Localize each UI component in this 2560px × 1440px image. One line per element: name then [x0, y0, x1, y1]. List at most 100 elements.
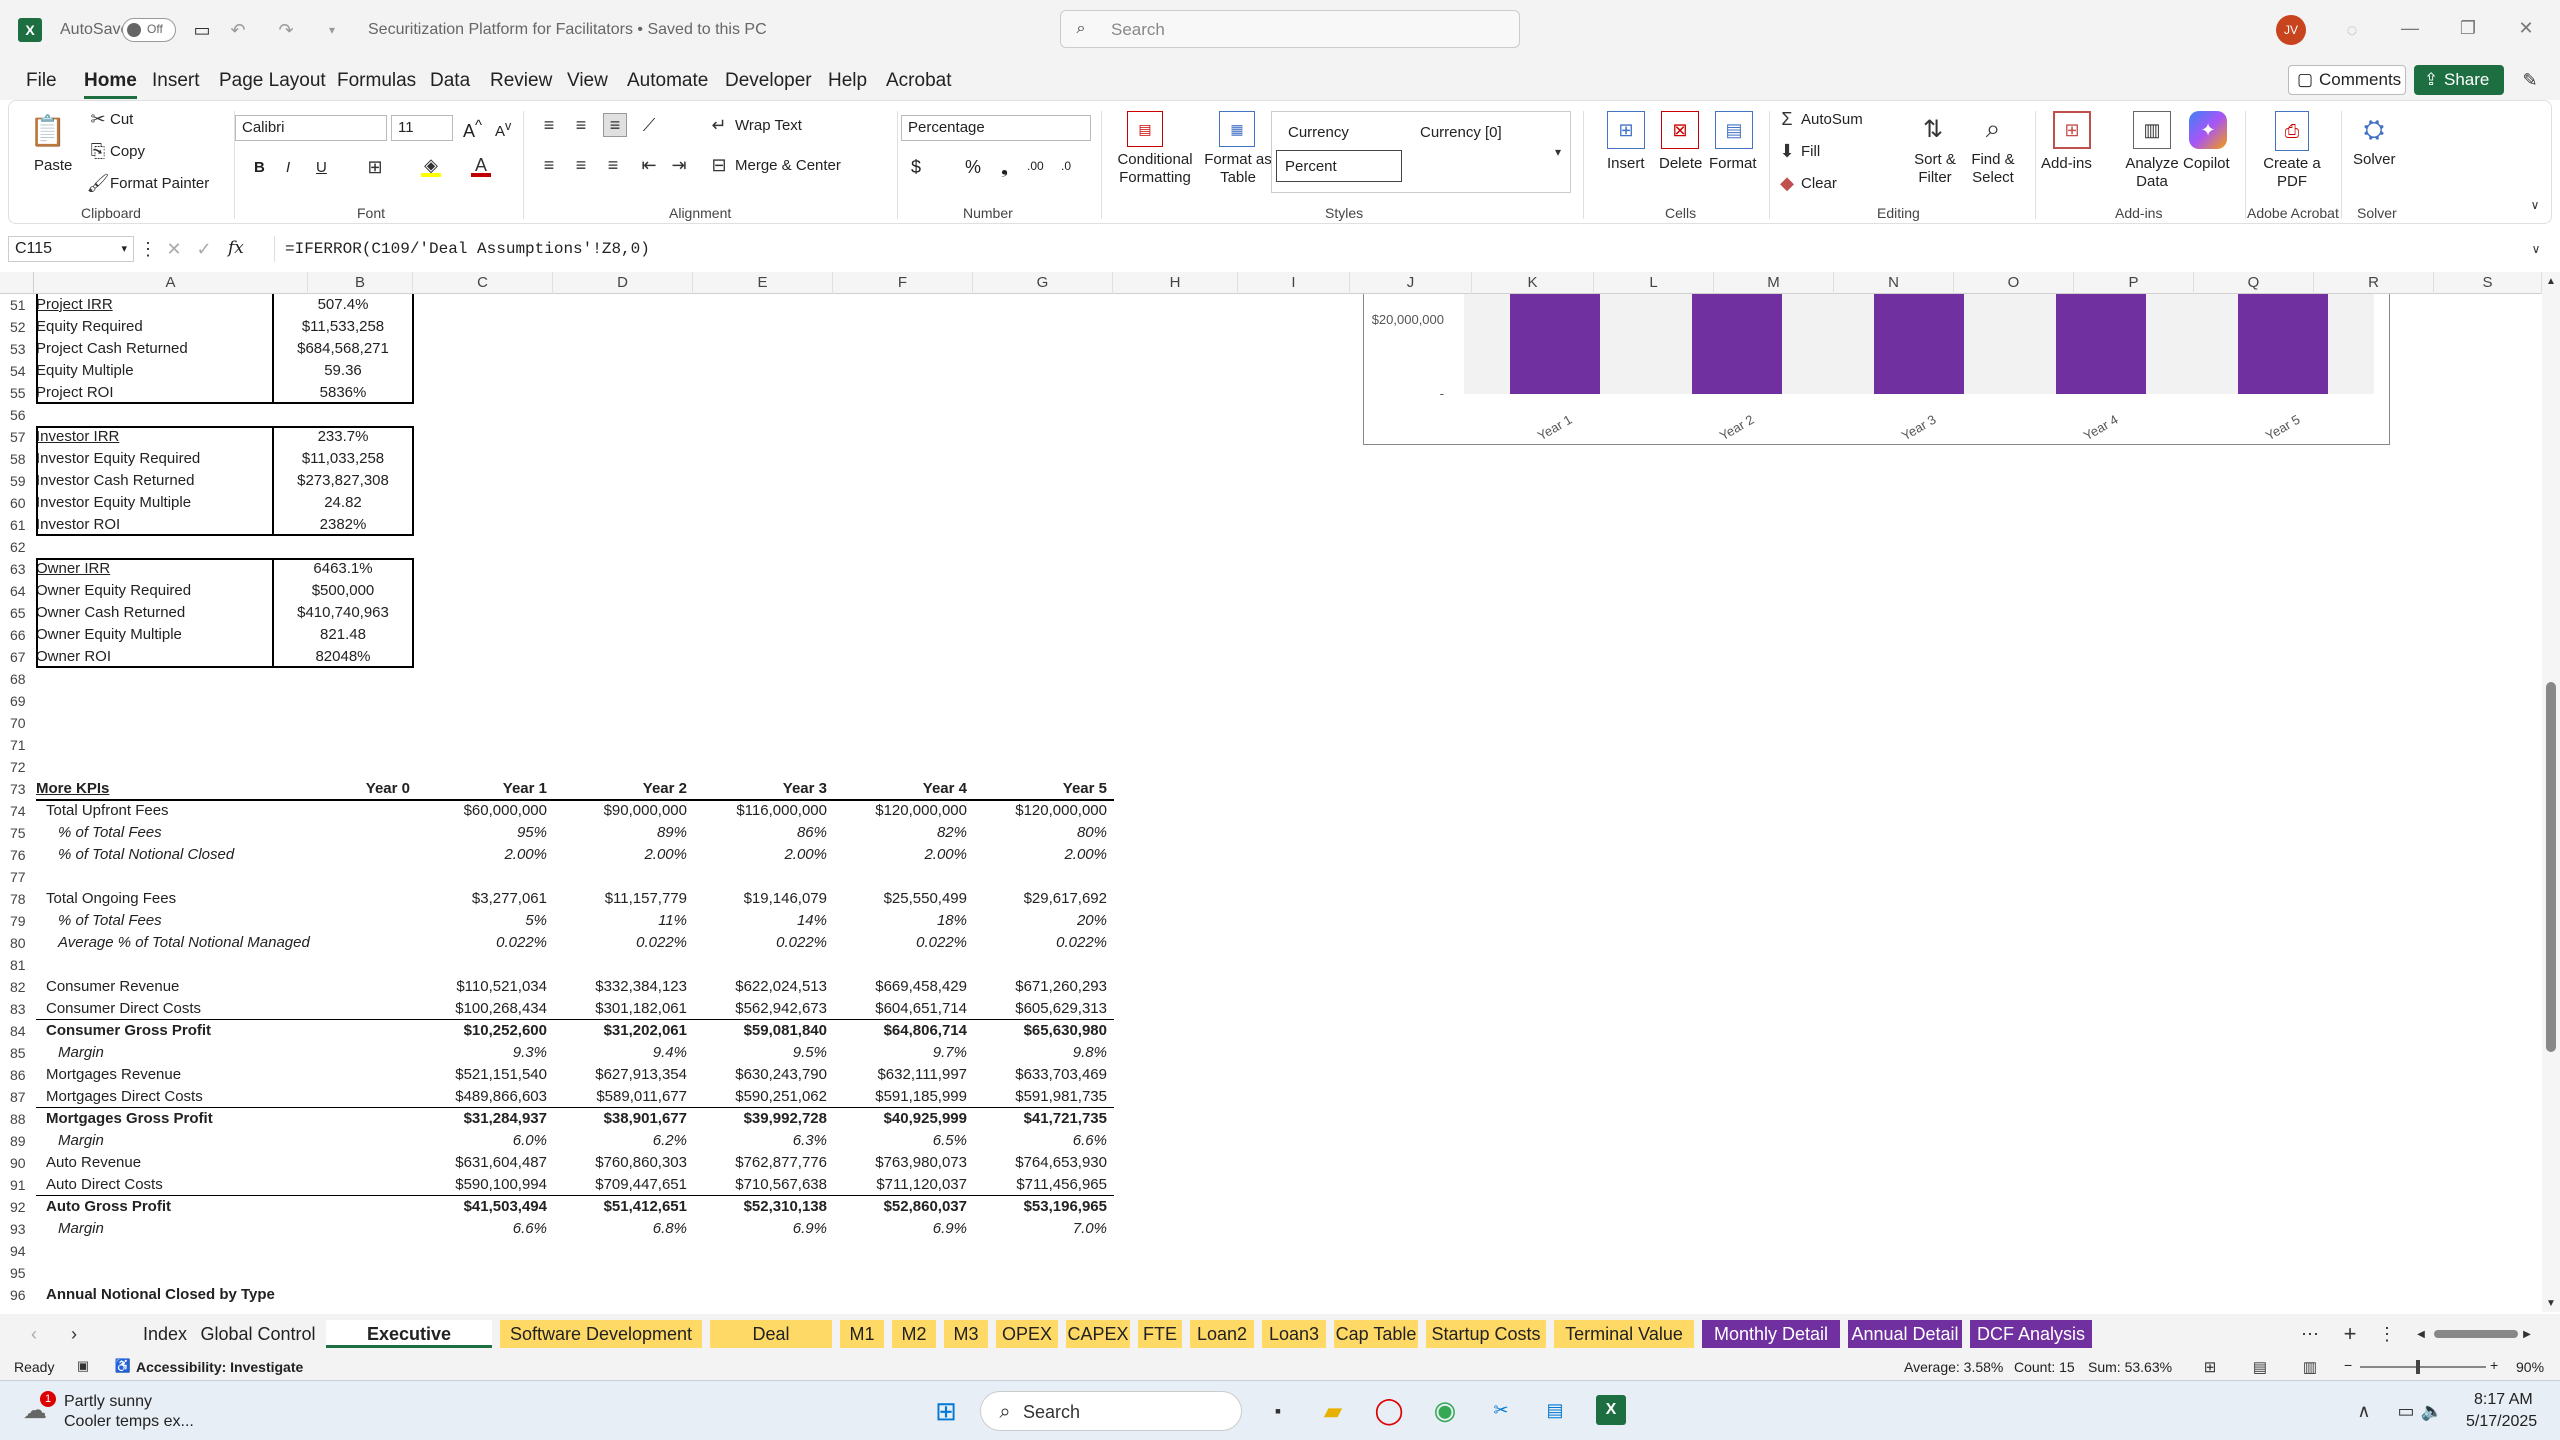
sheet-tab[interactable]: M1 — [840, 1320, 884, 1348]
value-cell[interactable]: $521,151,540 — [413, 1064, 547, 1086]
sheet-tab[interactable]: Terminal Value — [1554, 1320, 1694, 1348]
accessibility-status[interactable]: Accessibility: Investigate — [136, 1359, 303, 1375]
chrome-icon[interactable]: ◉ — [1430, 1395, 1460, 1425]
row-label[interactable]: Equity Required — [36, 316, 143, 338]
value-cell[interactable]: $591,981,735 — [973, 1086, 1107, 1108]
row-label[interactable]: % of Total Fees — [58, 822, 162, 844]
copilot-button[interactable]: Copilot — [2183, 155, 2230, 172]
value-cell[interactable]: $11,533,258 — [274, 316, 412, 338]
value-cell[interactable]: $59,081,840 — [693, 1020, 827, 1042]
value-cell[interactable]: $762,877,776 — [693, 1152, 827, 1174]
autosum-button[interactable]: AutoSum — [1801, 111, 1863, 128]
row-header[interactable]: 85 — [0, 1042, 33, 1064]
tab-data[interactable]: Data — [430, 70, 470, 92]
value-cell[interactable]: 86% — [693, 822, 827, 844]
italic-button[interactable]: I — [286, 159, 290, 176]
row-header[interactable]: 61 — [0, 514, 33, 536]
value-cell[interactable]: $120,000,000 — [833, 800, 967, 822]
clock-time[interactable]: 8:17 AM — [2474, 1391, 2533, 1409]
row-header[interactable]: 64 — [0, 580, 33, 602]
row-label[interactable]: Mortgages Revenue — [46, 1064, 181, 1086]
row-header[interactable]: 59 — [0, 470, 33, 492]
column-header[interactable]: S — [2434, 272, 2542, 294]
column-header[interactable]: R — [2314, 272, 2434, 294]
align-left-icon[interactable]: ≡ — [539, 155, 559, 175]
value-cell[interactable]: $589,011,677 — [553, 1086, 687, 1108]
row-header[interactable]: 80 — [0, 932, 33, 954]
tab-review[interactable]: Review — [490, 70, 552, 92]
value-cell[interactable]: $53,196,965 — [973, 1196, 1107, 1218]
format-as-table-button[interactable]: Format as Table — [1203, 151, 1273, 187]
number-format-select[interactable]: Percentage — [901, 115, 1091, 141]
tab-acrobat[interactable]: Acrobat — [886, 70, 951, 92]
value-cell[interactable]: 5836% — [274, 382, 412, 404]
value-cell[interactable]: 24.82 — [274, 492, 412, 514]
value-cell[interactable]: 82% — [833, 822, 967, 844]
row-label[interactable]: Total Upfront Fees — [46, 800, 169, 822]
search-box[interactable]: ⌕ Search — [1060, 10, 1520, 48]
value-cell[interactable]: 89% — [553, 822, 687, 844]
add-sheet-icon[interactable]: + — [2338, 1321, 2362, 1346]
value-cell[interactable]: $31,284,937 — [413, 1108, 547, 1130]
value-cell[interactable]: 20% — [973, 910, 1107, 932]
value-cell[interactable]: 2.00% — [693, 844, 827, 866]
value-cell[interactable]: $684,568,271 — [274, 338, 412, 360]
zoom-in-button[interactable]: + — [2490, 1357, 2498, 1373]
value-cell[interactable]: 11% — [553, 910, 687, 932]
value-cell[interactable]: $65,630,980 — [973, 1020, 1107, 1042]
row-header[interactable]: 82 — [0, 976, 33, 998]
value-cell[interactable]: $332,384,123 — [553, 976, 687, 998]
column-header[interactable]: L — [1594, 272, 1714, 294]
row-label[interactable]: Owner Equity Required — [36, 580, 191, 602]
column-header[interactable]: B — [308, 272, 413, 294]
conditional-formatting-button[interactable]: Conditional Formatting — [1107, 151, 1203, 187]
value-cell[interactable]: Year 2 — [553, 778, 687, 800]
close-icon[interactable]: ✕ — [2514, 16, 2538, 40]
prev-sheet-icon[interactable]: ‹ — [24, 1324, 44, 1344]
value-cell[interactable]: 7.0% — [973, 1218, 1107, 1240]
feedback-icon[interactable]: ✎ — [2518, 68, 2542, 92]
value-cell[interactable]: $410,740,963 — [274, 602, 412, 624]
add-ins-button[interactable]: Add-ins — [2041, 155, 2092, 172]
align-top-icon[interactable]: ≡ — [539, 115, 559, 135]
tab-page-layout[interactable]: Page Layout — [219, 70, 326, 92]
value-cell[interactable]: $110,521,034 — [413, 976, 547, 998]
file-explorer-icon[interactable]: ▰ — [1318, 1397, 1348, 1425]
value-cell[interactable]: $273,827,308 — [274, 470, 412, 492]
row-label[interactable]: Investor ROI — [36, 514, 120, 536]
row-label[interactable]: % of Total Notional Closed — [58, 844, 234, 866]
value-cell[interactable]: 6.3% — [693, 1130, 827, 1152]
row-label[interactable]: Margin — [58, 1042, 104, 1064]
row-label[interactable]: Mortgages Gross Profit — [46, 1108, 213, 1130]
value-cell[interactable]: 9.8% — [973, 1042, 1107, 1064]
analyze-data-icon[interactable]: ▥ — [2133, 111, 2171, 149]
value-cell[interactable]: $709,447,651 — [553, 1174, 687, 1196]
tab-insert[interactable]: Insert — [152, 70, 200, 92]
row-label[interactable]: Margin — [58, 1218, 104, 1240]
merge-center-button[interactable]: Merge & Center — [735, 157, 841, 174]
value-cell[interactable]: 82048% — [274, 646, 412, 668]
row-header[interactable]: 86 — [0, 1064, 33, 1086]
style-currency[interactable]: Currency — [1288, 124, 1349, 141]
zoom-slider[interactable] — [2360, 1360, 2486, 1374]
value-cell[interactable]: $301,182,061 — [553, 998, 687, 1020]
next-sheet-icon[interactable]: › — [64, 1324, 84, 1344]
weather-condition[interactable]: Partly sunny — [64, 1393, 152, 1411]
row-label[interactable]: Consumer Direct Costs — [46, 998, 201, 1020]
analyze-data-button[interactable]: Analyze Data — [2117, 155, 2187, 191]
row-header[interactable]: 71 — [0, 734, 33, 756]
value-cell[interactable]: 6.0% — [413, 1130, 547, 1152]
gallery-more-icon[interactable]: ▾ — [1548, 140, 1568, 164]
row-header[interactable]: 51 — [0, 294, 33, 316]
row-header[interactable]: 70 — [0, 712, 33, 734]
row-header[interactable]: 66 — [0, 624, 33, 646]
value-cell[interactable]: $51,412,651 — [553, 1196, 687, 1218]
align-middle-icon[interactable]: ≡ — [571, 115, 591, 135]
comments-button[interactable]: Comments ▢ — [2288, 65, 2406, 95]
notepad-icon[interactable]: ▤ — [1540, 1395, 1570, 1425]
zoom-level[interactable]: 90% — [2516, 1359, 2544, 1375]
value-cell[interactable]: $39,992,728 — [693, 1108, 827, 1130]
spreadsheet-grid[interactable]: -$20,000,000$40,000,000Year 1Year 2Year … — [0, 294, 2542, 1312]
row-label[interactable]: Investor Equity Multiple — [36, 492, 191, 514]
value-cell[interactable]: 59.36 — [274, 360, 412, 382]
